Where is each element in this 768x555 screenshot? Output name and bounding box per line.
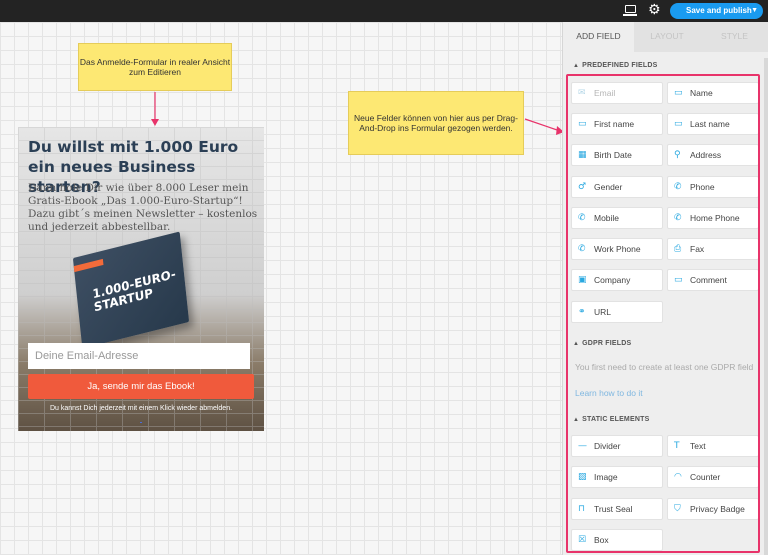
phone-icon: ✆ [578, 213, 586, 223]
phone-icon: ✆ [674, 182, 682, 192]
field-comment[interactable]: ▭ Comment [667, 269, 759, 291]
gauge-icon: ◠ [674, 472, 682, 482]
id-card-icon: ▭ [674, 88, 683, 98]
field-mobile[interactable]: ✆ Mobile [571, 207, 663, 229]
text-field-icon: ▭ [578, 119, 587, 129]
field-company[interactable]: ▣ Company [571, 269, 663, 291]
tab-add-field[interactable]: ADD FIELD [563, 22, 634, 52]
element-trust-seal[interactable]: ⊓ Trust Seal [571, 498, 663, 520]
email-input[interactable]: Deine Email-Adresse [28, 343, 250, 369]
fax-icon: ⎙ [674, 244, 682, 254]
signup-form-preview[interactable]: Du willst mit 1.000 Euro ein neues Busin… [18, 127, 264, 431]
submit-button[interactable]: Ja, sende mir das Ebook! [28, 374, 254, 399]
save-and-publish-button[interactable]: Save and publish ▼ [670, 3, 763, 19]
gear-icon[interactable]: ⚙ [648, 2, 661, 18]
image-icon: ▨ [578, 472, 587, 482]
field-work-phone[interactable]: ✆ Work Phone [571, 238, 663, 260]
caret-up-icon: ▲ [573, 63, 580, 69]
caret-up-icon: ▲ [573, 417, 580, 423]
lock-icon: ⊓ [578, 504, 586, 514]
gdpr-message: You first need to create at least one GD… [575, 362, 754, 372]
element-privacy-badge[interactable]: ⛉ Privacy Badge [667, 498, 759, 520]
section-gdpr[interactable]: ▲ GDPR FIELDS [573, 340, 631, 347]
element-box[interactable]: ☒ Box [571, 529, 663, 551]
caret-up-icon: ▲ [573, 341, 580, 347]
gender-icon: ♂ [578, 182, 587, 192]
chevron-down-icon[interactable]: ▼ [751, 3, 758, 19]
form-subtext[interactable]: Dann hole Dir wie über 8.000 Leser mein … [28, 182, 260, 234]
briefcase-icon: ▣ [578, 275, 587, 285]
field-name[interactable]: ▭ Name [667, 82, 759, 104]
panel-scrollbar[interactable] [764, 58, 768, 555]
calendar-icon: ▦ [578, 150, 587, 160]
field-fax[interactable]: ⎙ Fax [667, 238, 759, 260]
field-phone[interactable]: ✆ Phone [667, 176, 759, 198]
panel-tabs: ADD FIELD LAYOUT STYLE [563, 22, 768, 52]
field-address[interactable]: ⚲ Address [667, 144, 759, 166]
top-bar: ⚙ Save and publish ▼ [0, 0, 768, 22]
monitor-icon[interactable] [623, 5, 637, 16]
ebook-title: 1.000-EURO-STARTUP [91, 266, 177, 315]
field-panel: ADD FIELD LAYOUT STYLE ▲ PREDEFINED FIELD… [562, 22, 768, 555]
field-birth-date[interactable]: ▦ Birth Date [571, 144, 663, 166]
tab-style[interactable]: STYLE [700, 22, 768, 52]
field-first-name[interactable]: ▭ First name [571, 113, 663, 135]
map-pin-icon: ⚲ [674, 150, 681, 160]
field-home-phone[interactable]: ✆ Home Phone [667, 207, 759, 229]
link-icon: ⚭ [578, 307, 586, 317]
phone-icon: ✆ [674, 213, 682, 223]
element-text[interactable]: T Text [667, 435, 759, 457]
field-url[interactable]: ⚭ URL [571, 301, 663, 323]
field-email[interactable]: ✉ Email [571, 82, 663, 104]
phone-icon: ✆ [578, 244, 586, 254]
envelope-icon: ✉ [578, 88, 586, 98]
field-last-name[interactable]: ▭ Last name [667, 113, 759, 135]
element-divider[interactable]: — Divider [571, 435, 663, 457]
field-gender[interactable]: ♂ Gender [571, 176, 663, 198]
publish-label: Save and publish [686, 6, 752, 15]
shield-icon: ⛉ [674, 504, 681, 514]
form-footer-text[interactable]: Du kannst Dich jederzeit mit einem Klick… [18, 404, 264, 414]
text-icon: T [674, 441, 680, 451]
form-footer-link[interactable] [18, 416, 264, 423]
section-static[interactable]: ▲ STATIC ELEMENTS [573, 416, 649, 423]
box-icon: ☒ [578, 535, 587, 545]
text-field-icon: ▭ [674, 119, 683, 129]
divider-icon: — [578, 441, 587, 451]
element-image[interactable]: ▨ Image [571, 466, 663, 488]
editor-canvas: Das Anmelde-Formular in realer Ansicht z… [0, 22, 562, 555]
element-counter[interactable]: ◠ Counter [667, 466, 759, 488]
tab-layout[interactable]: LAYOUT [634, 22, 700, 52]
comment-icon: ▭ [674, 275, 683, 285]
section-predefined[interactable]: ▲ PREDEFINED FIELDS [573, 62, 658, 69]
gdpr-learn-link[interactable]: Learn how to do it [575, 388, 643, 398]
